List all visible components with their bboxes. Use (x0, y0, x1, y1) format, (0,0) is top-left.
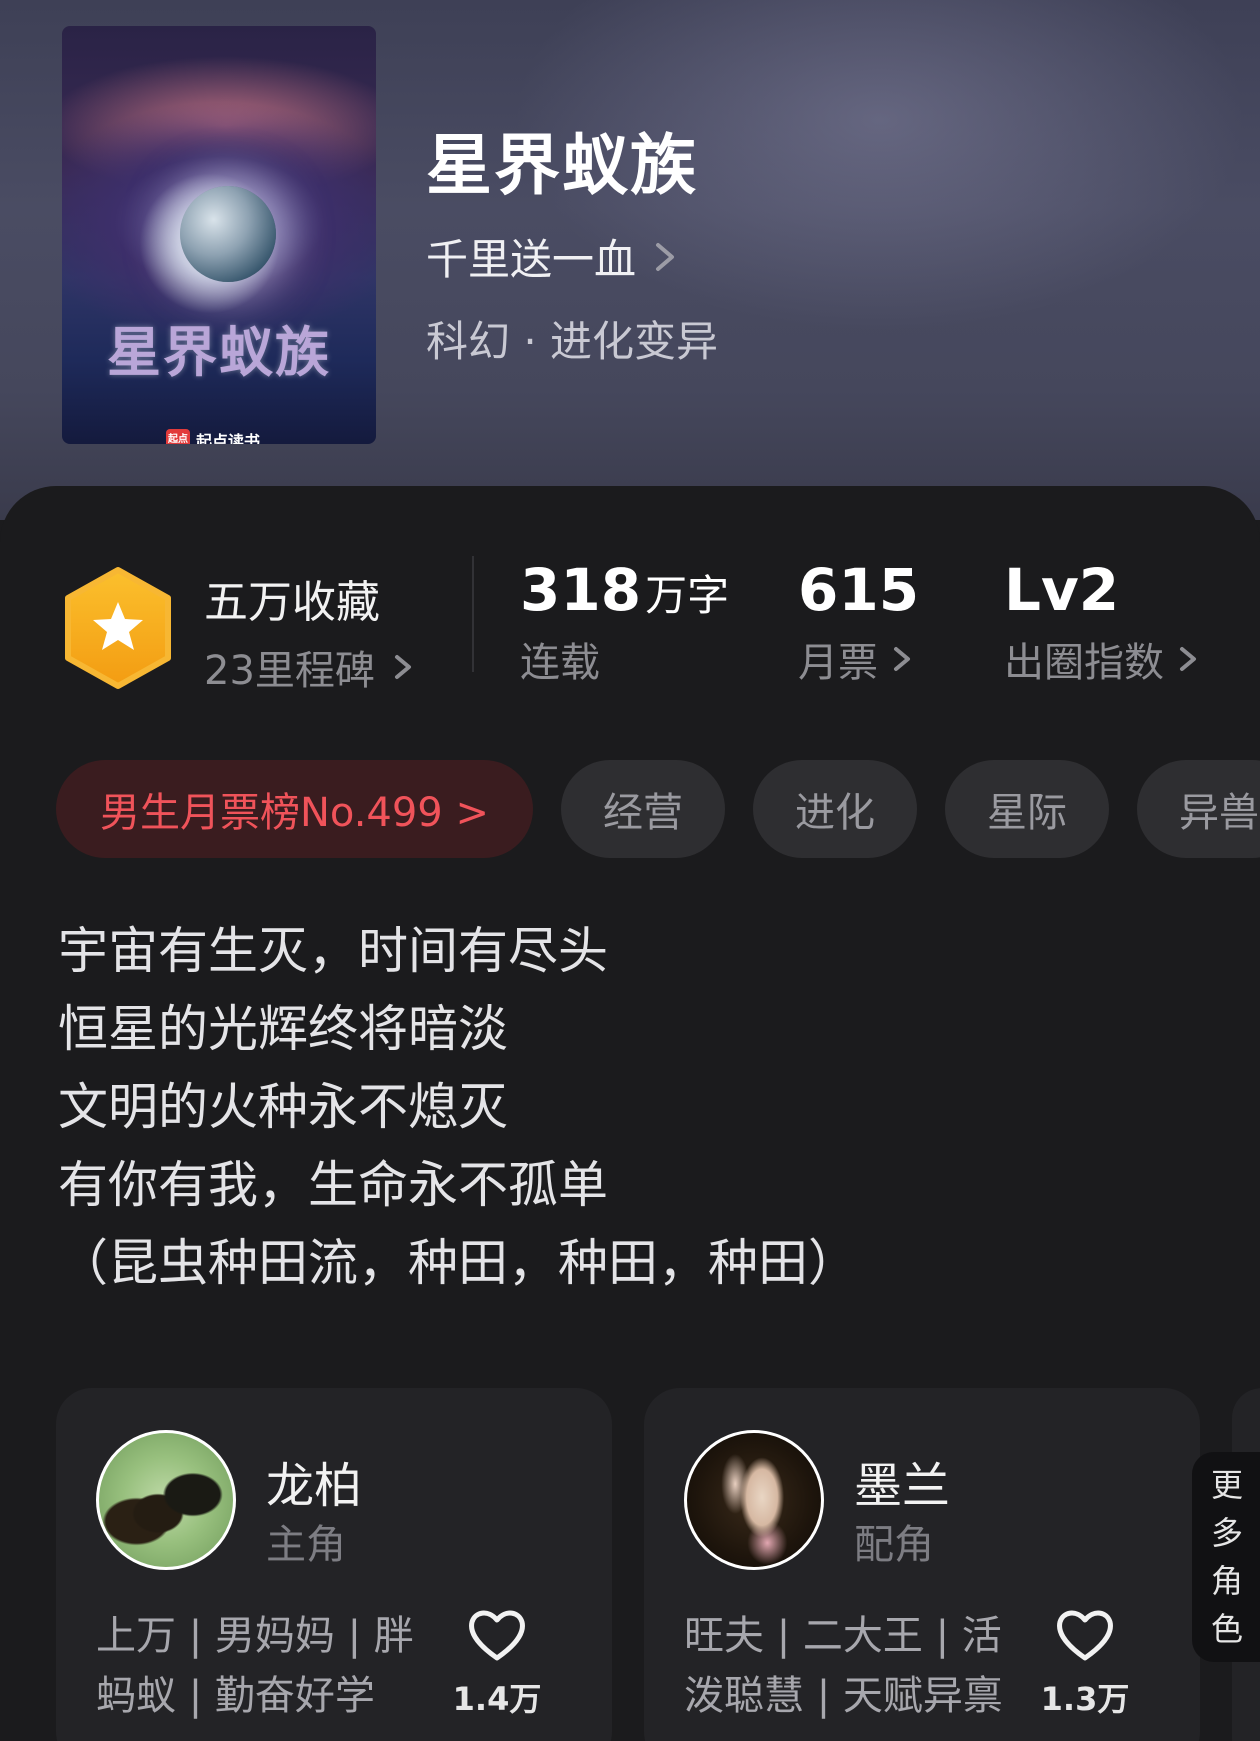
monthly-tickets-label: 月票 (798, 640, 878, 686)
book-cover[interactable]: 星界蚁族 起点 起点读书 (62, 26, 376, 444)
more-roles-button[interactable]: 更 多 角 色 (1192, 1452, 1260, 1662)
popularity-level-value: Lv2 (1004, 556, 1120, 624)
synopsis-line: 有你有我，生命永不孤单 (58, 1156, 608, 1214)
publisher-name: 起点读书 (196, 432, 261, 444)
more-roles-char: 更 (1210, 1466, 1243, 1504)
character-avatar (684, 1430, 824, 1570)
book-genre: 科幻 · 进化变异 (426, 317, 719, 366)
synopsis-line: 恒星的光辉终将暗淡 (58, 1000, 508, 1058)
like-count: 1.4万 (452, 1680, 542, 1718)
synopsis-line: 文明的火种永不熄灭 (58, 1078, 508, 1136)
character-card[interactable]: 墨兰 配角 旺夫 | 二大王 | 活 泼聪慧 | 天赋异禀 1.3万 (644, 1388, 1200, 1741)
book-detail-page: 星界蚁族 起点 起点读书 星界蚁族 千里送一血 科幻 · 进化变异 五万收藏 2… (0, 0, 1260, 1741)
stat-monthly-tickets[interactable]: 615 月票 (798, 556, 919, 688)
like-button[interactable]: 1.4万 (452, 1606, 542, 1720)
synopsis-line: （昆虫种田流，种田，种田，种田） (58, 1234, 858, 1292)
book-synopsis[interactable]: 宇宙有生灭，时间有尽头 恒星的光辉终将暗淡 文明的火种永不熄灭 有你有我，生命永… (58, 912, 1218, 1302)
character-traits-line: 上万 | 男妈妈 | 胖 (96, 1613, 414, 1659)
milestone-count: 23里程碑 (204, 648, 375, 694)
tag-beast[interactable]: 异兽 (1136, 760, 1260, 858)
more-roles-char: 角 (1210, 1562, 1243, 1600)
popularity-index-label: 出圈指数 (1004, 640, 1164, 686)
character-card[interactable]: 龙柏 主角 上万 | 男妈妈 | 胖 蚂蚁 | 勤奋好学 1.4万 (56, 1388, 612, 1741)
milestone-link[interactable]: 23里程碑 (204, 638, 419, 696)
stats-divider (472, 556, 474, 672)
tag-interstellar[interactable]: 星际 (944, 760, 1109, 858)
tag-evolution[interactable]: 进化 (752, 760, 917, 858)
ranking-tag[interactable]: 男生月票榜No.499 > (56, 760, 533, 858)
stat-popularity-index[interactable]: Lv2 出圈指数 (1004, 556, 1204, 688)
book-title: 星界蚁族 (426, 126, 698, 204)
like-button[interactable]: 1.3万 (1040, 1606, 1130, 1720)
heart-outline-icon (469, 1610, 525, 1661)
chevron-right-icon (394, 655, 411, 679)
monthly-tickets-value: 615 (798, 556, 920, 624)
heart-outline-icon (1057, 1610, 1113, 1661)
character-name: 龙柏 (266, 1458, 363, 1514)
character-traits-line: 泼聪慧 | 天赋异禀 (684, 1673, 1003, 1719)
like-count: 1.3万 (1040, 1680, 1130, 1718)
chevron-right-icon (1180, 647, 1196, 671)
cover-title: 星界蚁族 (107, 320, 331, 384)
serial-status: 连载 (520, 640, 600, 686)
collection-milestone-title[interactable]: 五万收藏 (204, 566, 380, 630)
character-role: 主角 (266, 1522, 346, 1568)
character-role: 配角 (854, 1522, 934, 1568)
character-traits-line: 蚂蚁 | 勤奋好学 (96, 1673, 375, 1719)
word-count-value: 318 (520, 556, 642, 624)
synopsis-line: 宇宙有生灭，时间有尽头 (58, 922, 608, 980)
tag-row: 男生月票榜No.499 > 经营 进化 星际 异兽 (56, 760, 1260, 858)
cover-publisher-logo: 起点 起点读书 (166, 428, 260, 444)
stat-word-count: 318万字 连载 (520, 556, 729, 688)
word-count-unit: 万字 (645, 571, 730, 620)
chevron-right-icon (894, 647, 910, 671)
cover-planet-art (180, 186, 276, 282)
author-name: 千里送一血 (426, 235, 637, 284)
character-name: 墨兰 (854, 1458, 951, 1514)
more-roles-char: 色 (1210, 1610, 1243, 1648)
author-link[interactable]: 千里送一血 (426, 226, 680, 287)
character-traits: 旺夫 | 二大王 | 活 泼聪慧 | 天赋异禀 (684, 1606, 1024, 1726)
more-roles-char: 多 (1210, 1514, 1243, 1552)
chevron-right-icon (656, 242, 675, 271)
tag-management[interactable]: 经营 (560, 760, 725, 858)
character-traits: 上万 | 男妈妈 | 胖 蚂蚁 | 勤奋好学 (96, 1606, 436, 1726)
publisher-badge: 起点 (166, 429, 190, 444)
character-avatar (96, 1430, 236, 1570)
star-hexagon-icon (65, 567, 171, 689)
character-traits-line: 旺夫 | 二大王 | 活 (684, 1613, 1002, 1659)
